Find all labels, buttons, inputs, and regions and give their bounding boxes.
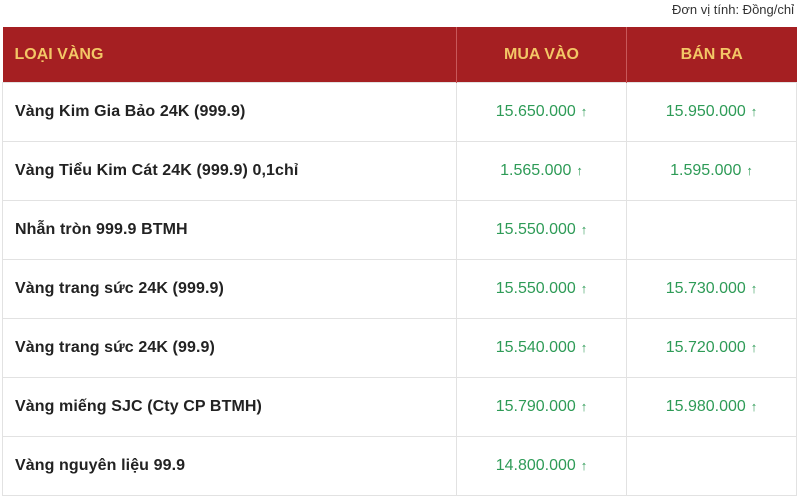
buy-price-cell: 1.565.000 ↑ bbox=[456, 141, 627, 201]
gold-type-cell: Vàng trang sức 24K (999.9) bbox=[2, 259, 457, 319]
arrow-up-icon: ↑ bbox=[750, 281, 758, 296]
arrow-up-icon: ↑ bbox=[750, 104, 758, 119]
arrow-up-icon: ↑ bbox=[750, 399, 758, 414]
arrow-up-icon: ↑ bbox=[580, 340, 588, 355]
sell-price-cell: 15.980.000 ↑ bbox=[626, 377, 797, 437]
column-header-gold-type: LOẠI VÀNG bbox=[2, 27, 457, 83]
table-header: LOẠI VÀNG MUA VÀO BÁN RA bbox=[2, 27, 797, 83]
gold-type-cell: Vàng nguyên liệu 99.9 bbox=[2, 436, 457, 496]
arrow-up-icon: ↑ bbox=[580, 458, 588, 473]
sell-price-value: 1.595.000 bbox=[670, 162, 742, 179]
sell-price-cell: 1.595.000 ↑ bbox=[626, 141, 797, 201]
arrow-up-icon: ↑ bbox=[580, 399, 588, 414]
buy-price-value: 15.550.000 bbox=[495, 221, 576, 238]
table-body: Vàng Kim Gia Bảo 24K (999.9) 15.650.000 ↑… bbox=[2, 82, 797, 496]
buy-price-value: 15.550.000 bbox=[495, 280, 576, 297]
arrow-up-icon: ↑ bbox=[580, 104, 588, 119]
buy-price-cell: 15.790.000 ↑ bbox=[456, 377, 627, 437]
arrow-up-icon: ↑ bbox=[580, 222, 588, 237]
table-row: Vàng trang sức 24K (999.9) 15.550.000 ↑ 1… bbox=[2, 259, 797, 319]
table-row: Vàng miếng SJC (Cty CP BTMH) 15.790.000 ↑… bbox=[2, 377, 797, 437]
sell-price-value: 15.720.000 bbox=[665, 339, 746, 356]
sell-price-cell: 15.950.000 ↑ bbox=[626, 82, 797, 142]
arrow-up-icon: ↑ bbox=[750, 340, 758, 355]
table-row: Vàng trang sức 24K (99.9) 15.540.000 ↑ 15… bbox=[2, 318, 797, 378]
sell-price-cell: 15.730.000 ↑ bbox=[626, 259, 797, 319]
buy-price-value: 14.800.000 bbox=[495, 457, 576, 474]
unit-note: Đơn vị tính: Đồng/chỉ bbox=[672, 2, 794, 17]
table-row: Vàng Tiểu Kim Cát 24K (999.9) 0,1chỉ 1.5… bbox=[2, 141, 797, 201]
arrow-up-icon: ↑ bbox=[576, 163, 583, 178]
gold-type-cell: Vàng trang sức 24K (99.9) bbox=[2, 318, 457, 378]
table-row: Vàng nguyên liệu 99.9 14.800.000 ↑ bbox=[2, 436, 797, 496]
buy-price-cell: 15.540.000 ↑ bbox=[456, 318, 627, 378]
column-header-buy: MUA VÀO bbox=[456, 27, 627, 83]
gold-type-cell: Vàng miếng SJC (Cty CP BTMH) bbox=[2, 377, 457, 437]
buy-price-cell: 14.800.000 ↑ bbox=[456, 436, 627, 496]
gold-price-table: LOẠI VÀNG MUA VÀO BÁN RA Vàng Kim Gia Bả… bbox=[2, 27, 797, 496]
gold-type-cell: Vàng Kim Gia Bảo 24K (999.9) bbox=[2, 82, 457, 142]
buy-price-cell: 15.550.000 ↑ bbox=[456, 259, 627, 319]
sell-price-cell bbox=[626, 436, 797, 496]
buy-price-value: 15.540.000 bbox=[495, 339, 576, 356]
gold-type-cell: Vàng Tiểu Kim Cát 24K (999.9) 0,1chỉ bbox=[2, 141, 457, 201]
table-row: Nhẫn tròn 999.9 BTMH 15.550.000 ↑ bbox=[2, 200, 797, 260]
buy-price-value: 15.650.000 bbox=[495, 103, 576, 120]
sell-price-cell: 15.720.000 ↑ bbox=[626, 318, 797, 378]
buy-price-value: 1.565.000 bbox=[500, 162, 572, 179]
header-row: LOẠI VÀNG MUA VÀO BÁN RA bbox=[2, 27, 797, 83]
sell-price-value: 15.730.000 bbox=[665, 280, 746, 297]
buy-price-cell: 15.550.000 ↑ bbox=[456, 200, 627, 260]
buy-price-cell: 15.650.000 ↑ bbox=[456, 82, 627, 142]
sell-price-value: 15.950.000 bbox=[665, 103, 746, 120]
buy-price-value: 15.790.000 bbox=[495, 398, 576, 415]
arrow-up-icon: ↑ bbox=[580, 281, 588, 296]
table-row: Vàng Kim Gia Bảo 24K (999.9) 15.650.000 ↑… bbox=[2, 82, 797, 142]
arrow-up-icon: ↑ bbox=[746, 163, 753, 178]
sell-price-value: 15.980.000 bbox=[665, 398, 746, 415]
sell-price-cell bbox=[626, 200, 797, 260]
gold-type-cell: Nhẫn tròn 999.9 BTMH bbox=[2, 200, 457, 260]
column-header-sell: BÁN RA bbox=[626, 27, 797, 83]
